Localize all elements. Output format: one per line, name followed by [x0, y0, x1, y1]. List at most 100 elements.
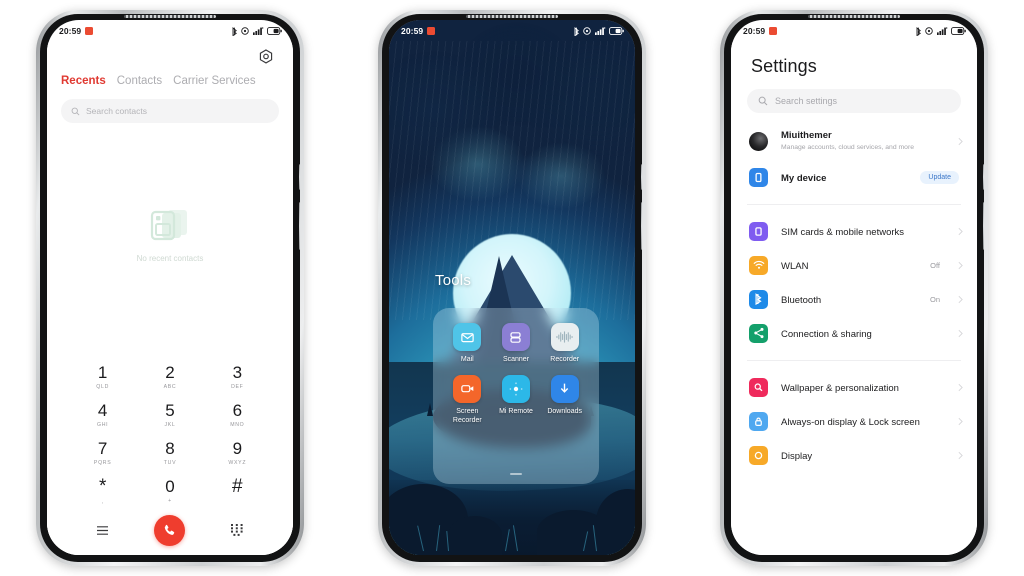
key-7[interactable]: 7 PQRS	[69, 434, 136, 472]
power-button[interactable]	[983, 202, 984, 250]
app-mail[interactable]: Mail	[443, 323, 492, 365]
key-3[interactable]: 3 DEF	[204, 358, 271, 396]
row-label: Bluetooth	[781, 295, 822, 307]
app-mi-remote[interactable]: Mi Remote	[492, 374, 541, 426]
wifi-icon	[749, 255, 768, 275]
sim-icon	[749, 221, 768, 241]
row-text: SIM cards & mobile networks	[781, 222, 945, 240]
settings-row-always-on-display[interactable]: Always-on display & Lock screen	[731, 404, 977, 438]
app-screen-recorder[interactable]: Screen Recorder	[443, 374, 492, 426]
volume-button[interactable]	[983, 164, 984, 190]
signal-icon	[252, 27, 263, 35]
search-contacts-input[interactable]: Search contacts	[61, 99, 279, 123]
settings-row-connection-sharing[interactable]: Connection & sharing	[731, 316, 977, 350]
phone-device-home: 20:59 Tools Mail Scanner Recorder Screen…	[378, 10, 646, 566]
phone1-screen: 20:59 Recents Contacts Carrier Services …	[47, 20, 293, 555]
phone-icon	[749, 167, 768, 187]
speaker-grille-icon	[124, 15, 216, 18]
settings-row-wallpaper[interactable]: Wallpaper & personalization	[731, 370, 977, 404]
row-label: My device	[781, 173, 827, 185]
chevron-right-icon	[958, 137, 963, 146]
speaker-grille-icon	[808, 15, 900, 18]
folder-app-grid: Mail Scanner Recorder Screen Recorder Mi…	[443, 323, 589, 425]
settings-app: Settings Search settings Miuithemer Mana…	[731, 42, 977, 555]
notification-badge-icon	[769, 27, 778, 35]
app-scanner[interactable]: Scanner	[492, 323, 541, 365]
update-badge[interactable]: Update	[920, 170, 959, 184]
key-hash[interactable]: #	[204, 472, 271, 510]
phone2-screen: 20:59 Tools Mail Scanner Recorder Screen…	[389, 20, 635, 555]
status-bar-right	[574, 26, 625, 36]
app-label: Recorder	[550, 356, 580, 363]
volume-button[interactable]	[299, 164, 300, 190]
bluetooth-icon	[749, 289, 768, 309]
row-label: Wallpaper & personalization	[781, 383, 899, 395]
menu-icon[interactable]	[69, 525, 136, 536]
phone2-bezel: 20:59 Tools Mail Scanner Recorder Screen…	[382, 14, 642, 562]
call-button[interactable]	[136, 514, 203, 546]
power-button[interactable]	[299, 202, 300, 250]
row-text: Bluetooth	[781, 290, 917, 308]
status-bar: 20:59	[47, 20, 293, 42]
key-2[interactable]: 2 ABC	[136, 358, 203, 396]
row-label: SIM cards & mobile networks	[781, 227, 905, 239]
power-button[interactable]	[641, 202, 642, 250]
settings-group-display: Wallpaper & personalization Always-on di…	[731, 370, 977, 472]
speaker-grille-icon	[466, 15, 558, 18]
row-text: My device	[781, 168, 907, 186]
app-label: Screen Recorder	[452, 407, 482, 424]
call-icon	[154, 514, 186, 546]
key-7-number: 7	[97, 439, 108, 458]
key-9-number: 9	[232, 439, 243, 458]
screen-recorder-icon	[453, 374, 482, 403]
recorder-icon	[550, 323, 579, 351]
key-8[interactable]: 8 TUV	[136, 434, 203, 472]
mail-icon	[453, 323, 482, 351]
app-label: Scanner	[502, 356, 530, 363]
phone1-bezel: 20:59 Recents Contacts Carrier Services …	[40, 14, 300, 562]
status-bar-left: 20:59	[59, 26, 94, 36]
dialer-header: Recents Contacts Carrier Services Search…	[47, 42, 293, 123]
dialpad-icon[interactable]	[204, 524, 271, 536]
settings-row-account[interactable]: Miuithemer Manage accounts, cloud servic…	[731, 123, 977, 160]
chevron-right-icon	[958, 451, 963, 459]
bluetooth-icon	[916, 26, 921, 36]
app-recorder[interactable]: Recorder	[540, 323, 589, 365]
search-settings-input[interactable]: Search settings	[747, 89, 961, 113]
empty-state-label: No recent contacts	[136, 253, 204, 263]
status-bar-left: 20:59	[743, 26, 778, 36]
row-label: Connection & sharing	[781, 329, 872, 341]
key-1[interactable]: 1 QLD	[69, 358, 136, 396]
settings-row-bluetooth[interactable]: Bluetooth On	[731, 282, 977, 316]
app-downloads[interactable]: Downloads	[540, 374, 589, 426]
key-5[interactable]: 5 JKL	[136, 396, 203, 434]
lock-icon	[749, 411, 768, 431]
gear-icon[interactable]	[257, 48, 275, 66]
key-9[interactable]: 9 WXYZ	[204, 434, 271, 472]
contact-cards-icon	[150, 209, 187, 240]
app-label: Mi Remote	[499, 407, 533, 415]
row-text: Display	[781, 446, 945, 464]
share-icon	[749, 323, 768, 343]
status-bar-right	[916, 26, 967, 36]
tab-contacts[interactable]: Contacts	[117, 75, 162, 87]
key-6[interactable]: 6 MNO	[204, 396, 271, 434]
settings-row-wlan[interactable]: WLAN Off	[731, 248, 977, 282]
settings-row-sim-cards[interactable]: SIM cards & mobile networks	[731, 214, 977, 248]
account-subtitle: Manage accounts, cloud services, and mor…	[781, 144, 914, 152]
settings-row-display[interactable]: Display	[731, 438, 977, 472]
key-7-letters: PQRS	[93, 460, 112, 466]
tab-recents[interactable]: Recents	[61, 75, 106, 87]
dialer-tabs: Recents Contacts Carrier Services	[61, 75, 279, 87]
screenshot-stage: 20:59 Recents Contacts Carrier Services …	[0, 0, 1024, 576]
key-star[interactable]: *,	[69, 472, 136, 510]
key-2-number: 2	[165, 363, 175, 382]
volume-button[interactable]	[641, 164, 642, 190]
row-text: WLAN	[781, 256, 917, 274]
tab-carrier-services[interactable]: Carrier Services	[173, 75, 255, 87]
key-0[interactable]: 0 +	[136, 472, 203, 510]
settings-row-my-device[interactable]: My device Update	[731, 160, 977, 194]
key-4[interactable]: 4 GHI	[69, 396, 136, 434]
folder-page-indicator	[510, 473, 522, 475]
account-name: Miuithemer	[781, 130, 832, 141]
